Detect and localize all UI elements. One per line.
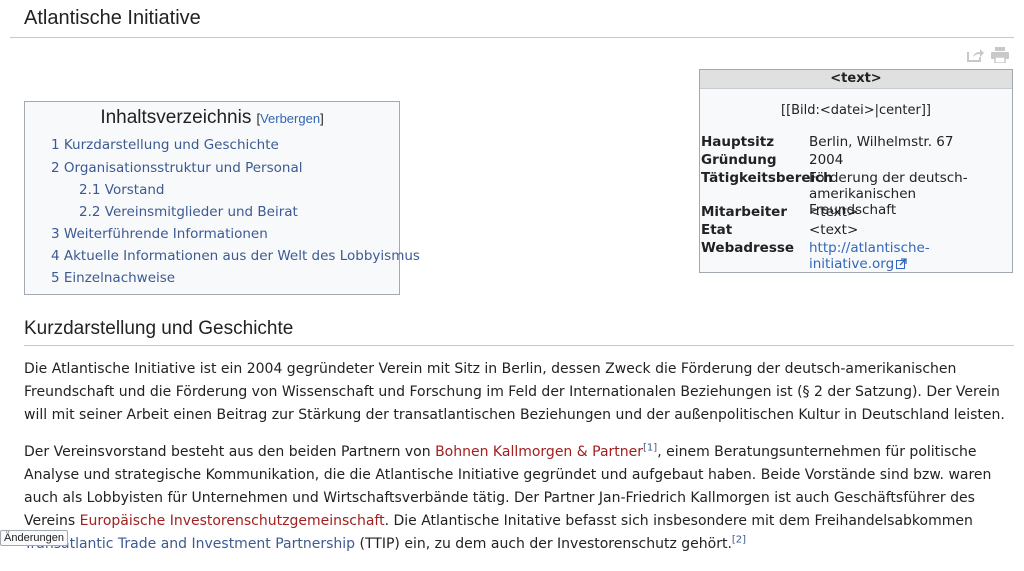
toc-item[interactable]: 2.2 Vereinsmitglieder und Beirat <box>79 204 298 220</box>
link-europaeische-investorenschutzgemeinschaft[interactable]: Europäische Investorenschutzgemeinschaft <box>80 513 385 529</box>
toc-item[interactable]: 3 Weiterführende Informationen <box>51 226 268 242</box>
toc-item[interactable]: 4 Aktuelle Informationen aus der Welt de… <box>51 248 420 264</box>
toc-item[interactable]: 2.1 Vorstand <box>79 182 164 198</box>
external-link-icon <box>896 258 907 269</box>
print-icon[interactable] <box>990 46 1010 64</box>
page-tools <box>966 46 1010 64</box>
infobox-value: <text> <box>809 222 859 238</box>
toc-header: Inhaltsverzeichnis [Verbergen] <box>25 107 399 129</box>
paragraph-text: Der Vereinsvorstand besteht aus den beid… <box>24 444 436 460</box>
toc-title: Inhaltsverzeichnis <box>100 107 252 128</box>
link-bohnen-kallmorgen[interactable]: Bohnen Kallmorgen & Partner <box>435 444 643 460</box>
paragraph-2: Der Vereinsvorstand besteht aus den beid… <box>24 441 1009 556</box>
toc-hide-link[interactable]: Verbergen <box>260 111 320 126</box>
title-divider <box>10 37 1014 38</box>
link-ttip[interactable]: Transatlantic Trade and Investment Partn… <box>24 536 355 552</box>
infobox-value: 2004 <box>809 152 844 168</box>
paragraph-text: . Die Atlantische Initative befasst sich… <box>384 513 973 529</box>
section-divider <box>24 345 1014 346</box>
infobox-value: <text> <box>809 204 859 220</box>
infobox-value: http://atlantische-initiative.org <box>809 240 1006 272</box>
page-title: Atlantische Initiative <box>24 7 201 29</box>
infobox-label: Hauptsitz <box>701 134 775 150</box>
infobox-value: Berlin, Wilhelmstr. 67 <box>809 134 954 150</box>
table-of-contents: Inhaltsverzeichnis [Verbergen] 1 Kurzdar… <box>24 101 420 295</box>
section-heading: Kurzdarstellung und Geschichte <box>24 318 294 339</box>
toc-item[interactable]: 5 Einzelnachweise <box>51 270 175 286</box>
infobox: <text> [[Bild:<datei>|center]] Hauptsitz… <box>699 69 1013 273</box>
infobox-label: Etat <box>701 222 733 238</box>
paragraph-1: Die Atlantische Initiative ist ein 2004 … <box>24 361 1005 423</box>
toc-toggle: [Verbergen] <box>256 111 323 126</box>
infobox-label: Gründung <box>701 152 777 168</box>
infobox-image-placeholder: [[Bild:<datei>|center]] <box>781 103 931 118</box>
reference-link[interactable]: [1] <box>643 442 657 453</box>
infobox-label: Mitarbeiter <box>701 204 787 220</box>
toc-item[interactable]: 1 Kurzdarstellung und Geschichte <box>51 137 279 153</box>
infobox-label: Webadresse <box>701 240 795 256</box>
toc-item[interactable]: 2 Organisationsstruktur und Personal <box>51 160 302 176</box>
toc-toggle-close: ] <box>320 111 324 126</box>
changes-tab[interactable]: Änderungen <box>0 530 68 546</box>
website-link[interactable]: http://atlantische-initiative.org <box>809 240 930 272</box>
infobox-header: <text> <box>700 70 1012 89</box>
reference-link[interactable]: [2] <box>732 534 746 545</box>
paragraph-text: (TTIP) ein, zu dem auch der Investorensc… <box>355 536 732 552</box>
share-icon[interactable] <box>966 46 986 64</box>
